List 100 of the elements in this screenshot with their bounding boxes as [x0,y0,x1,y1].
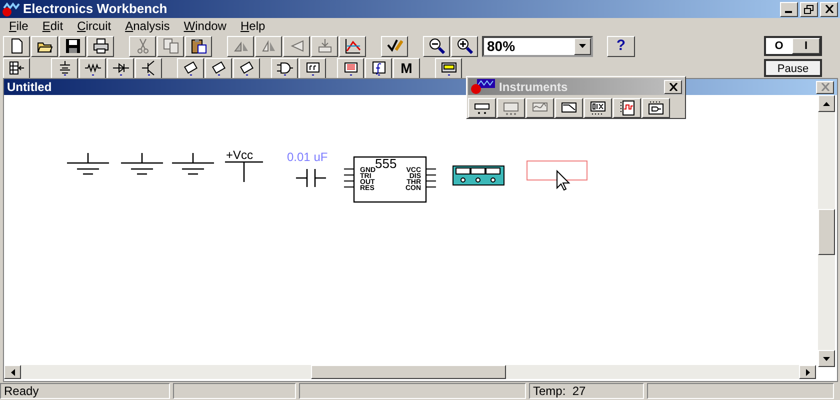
toolbar-button[interactable] [233,58,260,78]
help-button[interactable]: ? [607,36,635,56]
toolbar-button[interactable] [381,36,408,56]
ground-symbol[interactable] [171,152,215,175]
toolbar-button[interactable] [31,36,58,56]
menu-item[interactable]: Edit [35,18,70,35]
scroll-thumb[interactable] [818,209,835,255]
close-button[interactable] [816,80,834,94]
flip-flop-icon [304,60,320,76]
close-icon [824,5,834,13]
scroll-right-button[interactable] [799,365,816,379]
instrument-button[interactable] [584,98,612,118]
zoom-in-icon [456,38,472,54]
menu-item[interactable]: Help [233,18,272,35]
document-title: Untitled [7,79,52,95]
instrument-button[interactable] [642,98,670,118]
right-arrow-icon [806,368,810,376]
mouse-cursor-icon [556,170,570,191]
toolbar-button[interactable] [185,36,212,56]
restore-icon [804,4,814,14]
menu-item[interactable]: File [2,18,36,35]
copy-icon [162,38,178,54]
flip-horizontal-icon [260,38,276,54]
toolbar-button[interactable] [107,58,134,78]
toolbar-button[interactable] [299,58,326,78]
graph-icon [344,38,360,54]
toolbar-button[interactable] [435,58,462,78]
minimize-button[interactable] [780,2,798,16]
component-properties-icon [316,38,332,54]
power-switch[interactable]: O I [764,36,822,56]
flip-vertical-icon [288,38,304,54]
toolbar-button[interactable] [177,58,204,78]
toolbar-button[interactable] [51,58,78,78]
pen-check-icon [386,38,402,54]
down-arrow-icon [823,356,830,360]
toolbar-button[interactable] [339,36,366,56]
scroll-thumb[interactable] [311,365,506,379]
app-logo-icon [2,2,20,16]
left-arrow-icon [10,368,14,376]
scroll-up-button[interactable] [818,95,835,112]
toolbar-button[interactable] [3,36,30,56]
instrument-icon [440,60,456,76]
toolbar-button[interactable] [423,36,450,56]
timer-chip[interactable] [344,156,436,203]
diode-icon [112,60,128,76]
toolbar-button[interactable] [87,36,114,56]
status-message: Ready [0,383,170,399]
dropdown-button[interactable] [574,38,591,54]
instrument-button[interactable] [613,98,641,118]
indicator-icon [342,60,358,76]
selection-rectangle [526,160,588,180]
toolbar-button[interactable] [59,36,86,56]
zoom-out-icon [428,38,444,54]
toolbar-button[interactable]: M [393,58,420,78]
new-file-icon [8,38,24,54]
close-icon [668,82,678,90]
capacitor-symbol[interactable] [295,168,327,188]
horizontal-scrollbar[interactable] [4,365,816,379]
pause-button[interactable]: Pause [764,59,822,77]
instrument-button[interactable] [555,98,583,118]
toolbar-button[interactable] [79,58,106,78]
vertical-scrollbar[interactable] [818,95,835,367]
capacitor-label: 0.01 uF [287,150,328,164]
toolbar-button[interactable] [205,58,232,78]
menu-item[interactable]: Circuit [70,18,118,35]
window-title: Electronics Workbench [23,0,168,18]
up-arrow-icon [823,102,830,106]
ground-symbol[interactable] [120,152,164,175]
printer-icon [92,38,108,54]
menu-item[interactable]: Window [176,18,234,35]
caret-icon [579,44,586,48]
instrument-drawing[interactable] [452,166,504,186]
paste-clipboard-icon [190,38,206,54]
instruments-logo-icon [470,79,496,94]
palette-title: Instruments [499,78,568,96]
close-icon [820,83,830,91]
logic-analyzer-icon [619,100,635,116]
toolbar-button[interactable] [451,36,478,56]
generator-icon [503,100,519,116]
word-generator-icon [590,100,606,116]
toolbar-button[interactable] [365,58,392,78]
instrument-button[interactable] [468,98,496,118]
scroll-down-button[interactable] [818,350,835,367]
logic-converter-icon [648,100,664,116]
toolbar-button[interactable] [337,58,364,78]
chip-title: 555 [375,156,397,171]
zoom-dropdown[interactable]: 80% [482,36,593,56]
menu-item[interactable]: Analysis [118,18,177,35]
restore-button[interactable] [800,2,818,16]
scroll-left-button[interactable] [4,365,21,379]
ground-symbol[interactable] [66,152,110,175]
vcc-symbol[interactable] [224,161,264,183]
toolbar-button[interactable] [3,58,30,78]
scissors-icon [134,38,150,54]
temperature-readout: Temp: 27 [529,383,644,399]
toolbar-button[interactable] [271,58,298,78]
close-button[interactable] [820,2,838,16]
toolbar-button[interactable] [135,58,162,78]
close-button[interactable] [664,80,682,94]
function-box-icon [370,60,386,76]
